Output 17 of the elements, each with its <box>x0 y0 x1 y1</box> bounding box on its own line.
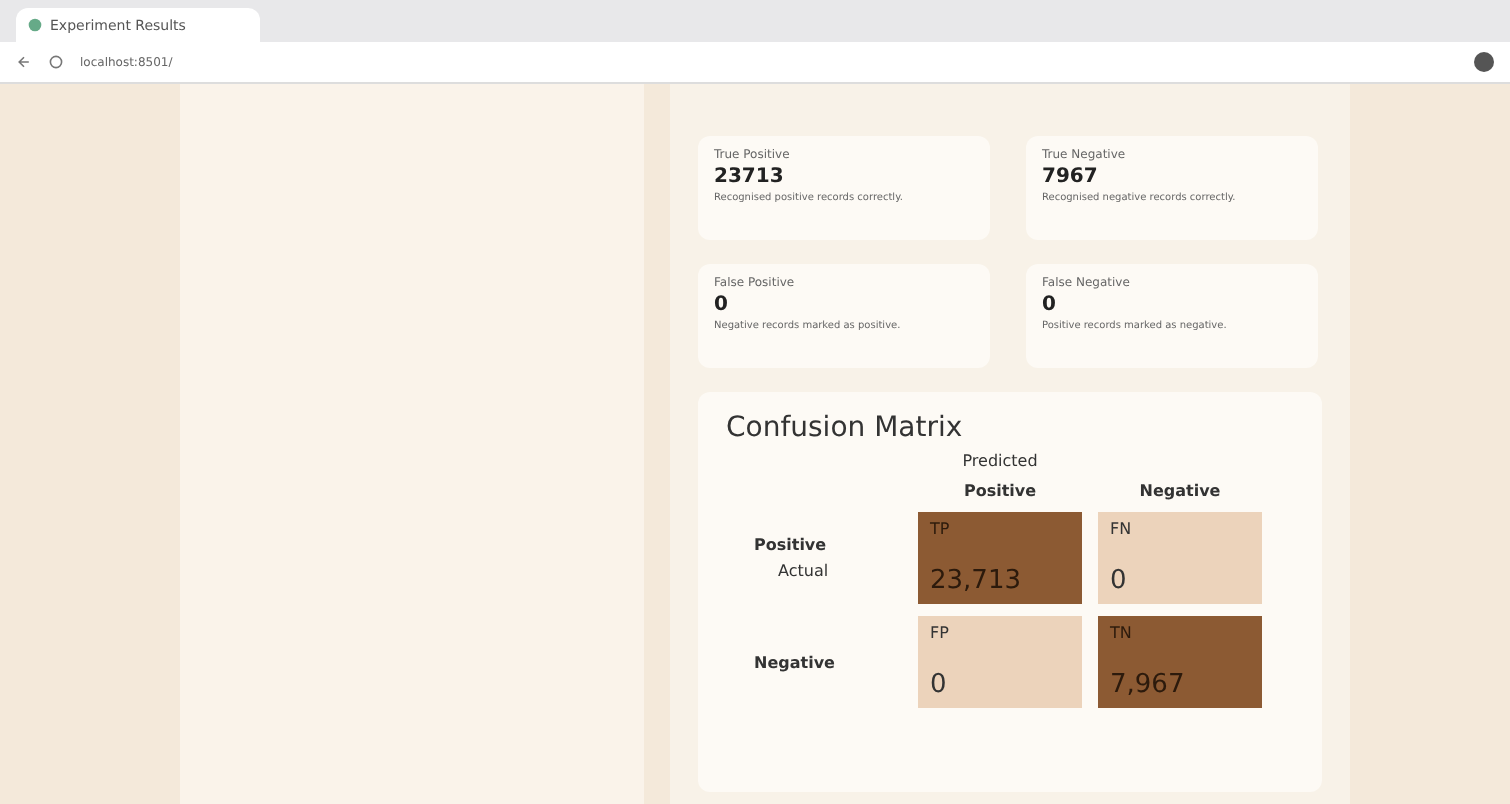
predicted-label: Predicted <box>960 452 1040 470</box>
stat-value: 0 <box>714 294 730 316</box>
actual-label: Actual <box>776 562 829 580</box>
stat-value: 23713 <box>714 166 786 188</box>
profile-icon[interactable] <box>1474 52 1494 72</box>
back-icon[interactable] <box>16 54 32 70</box>
row-heading: Positive <box>754 536 827 554</box>
matrix-cell: TN 7,967 <box>1098 616 1262 708</box>
row-heading: Negative <box>754 653 835 671</box>
matrix-cell: TP 23,713 <box>918 512 1082 604</box>
stat-value: 0 <box>1042 294 1058 316</box>
matrix-title: Confusion Matrix <box>726 412 965 444</box>
matrix-cell: FP 0 <box>918 616 1082 708</box>
matrix-cell: FN 0 <box>1098 512 1262 604</box>
column-heading: Negative <box>1137 482 1223 500</box>
stat-value: 7967 <box>1042 166 1100 188</box>
column-heading: Positive <box>961 482 1039 500</box>
